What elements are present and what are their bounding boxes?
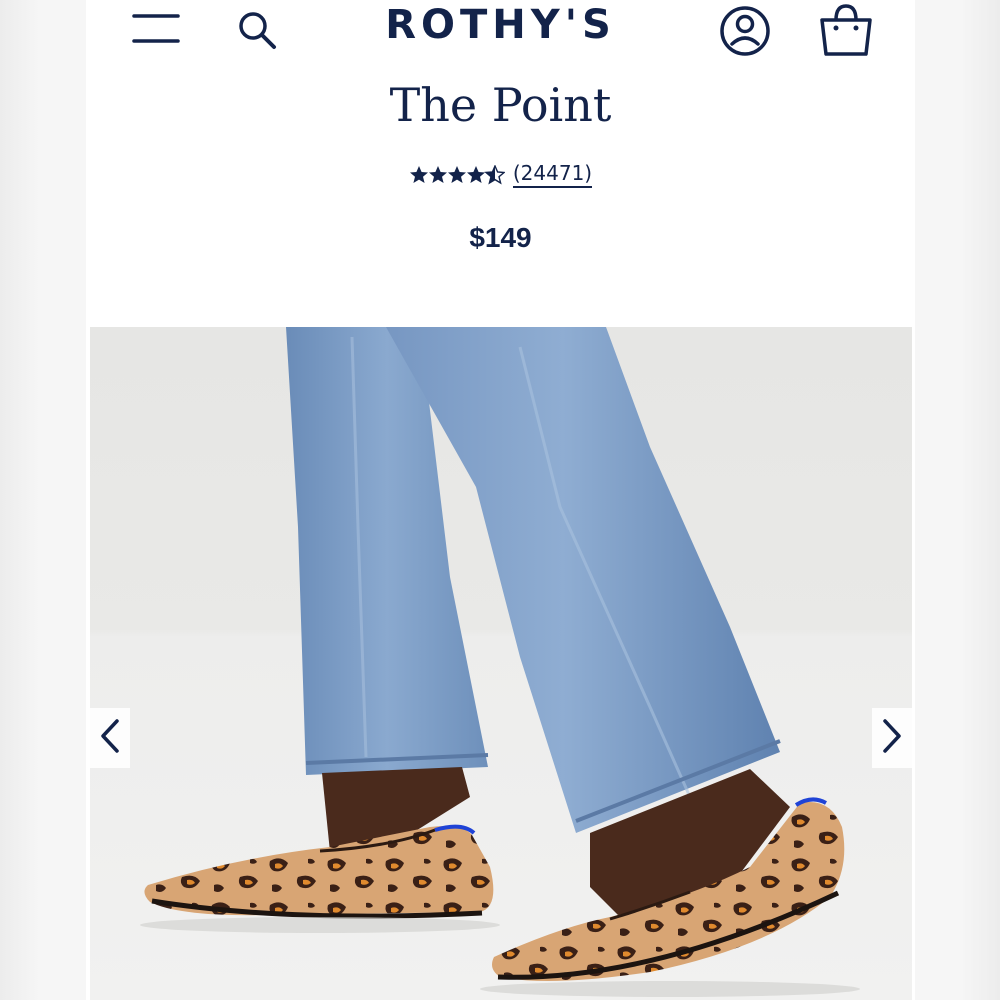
site-header: ROTHY'S [86,0,915,60]
gallery-prev-button[interactable] [90,708,130,768]
chevron-right-icon [881,718,903,758]
account-icon[interactable] [718,4,772,58]
product-title: The Point [389,78,612,132]
brand-logo[interactable]: ROTHY'S [86,2,915,48]
chevron-left-icon [99,718,121,758]
product-photo [90,327,912,1000]
product-price: $149 [469,222,532,253]
gallery-next-button[interactable] [872,708,912,768]
review-count-link[interactable]: (24471) [512,161,593,188]
star-rating-icon [409,164,505,185]
rating-row: (24471) [86,161,915,188]
product-page: ROTHY'S The Point (24471) $149 [86,0,915,1000]
product-image-gallery[interactable] [90,327,912,1000]
screenshot-frame: ROTHY'S The Point (24471) $149 [0,0,1000,1000]
shopping-bag-icon[interactable] [816,2,876,60]
